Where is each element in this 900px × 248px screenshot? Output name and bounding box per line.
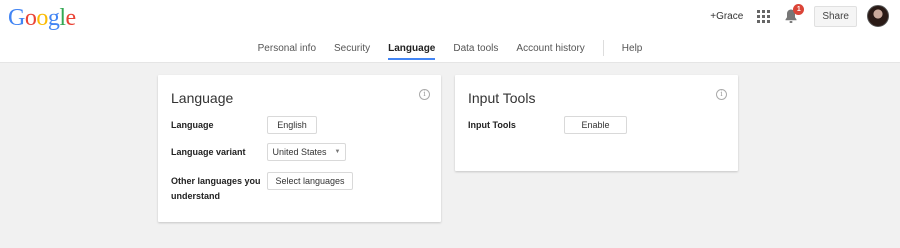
language-label: Language	[171, 120, 214, 130]
input-tools-card: Input Tools i Input Tools Enable	[455, 75, 738, 171]
card-title: Language	[171, 90, 234, 106]
other-languages-label-line1: Other languages you	[171, 176, 261, 186]
enable-label: Enable	[581, 120, 610, 130]
language-variant-value: United States	[272, 147, 327, 157]
tab-security[interactable]: Security	[334, 43, 370, 60]
tab-personal-info[interactable]: Personal info	[258, 43, 316, 60]
logo-letter: e	[65, 5, 77, 31]
logo-letter: G	[8, 5, 25, 31]
account-nav: Personal info Security Language Data too…	[0, 40, 900, 62]
language-value: English	[277, 120, 307, 130]
tab-help[interactable]: Help	[622, 43, 643, 60]
select-languages-label: Select languages	[275, 176, 345, 186]
language-select-button[interactable]: English	[267, 116, 317, 134]
other-languages-label: Other languages you understand	[171, 174, 261, 204]
nav-divider	[602, 40, 604, 56]
share-button[interactable]: Share	[814, 5, 857, 27]
plus-profile-link[interactable]: +Grace	[710, 11, 743, 22]
language-card: Language i Language English Language var…	[158, 75, 441, 222]
language-variant-label: Language variant	[171, 147, 246, 157]
language-variant-dropdown[interactable]: United States ▼	[267, 143, 346, 161]
top-bar: Google +Grace 1 Share Personal info Secu…	[0, 0, 900, 63]
notification-count-badge: 1	[793, 4, 805, 15]
other-languages-label-line2: understand	[171, 191, 221, 201]
user-avatar[interactable]	[867, 5, 889, 27]
info-icon[interactable]: i	[419, 89, 430, 100]
logo-letter: o	[24, 5, 37, 31]
card-title: Input Tools	[468, 90, 536, 106]
tab-data-tools[interactable]: Data tools	[453, 43, 498, 60]
select-languages-button[interactable]: Select languages	[267, 172, 353, 190]
enable-input-tools-button[interactable]: Enable	[564, 116, 627, 134]
caret-down-icon: ▼	[334, 149, 341, 155]
google-logo[interactable]: Google	[8, 5, 76, 32]
tab-account-history[interactable]: Account history	[516, 43, 584, 60]
header-tools: +Grace 1 Share	[710, 4, 889, 27]
input-tools-label: Input Tools	[468, 120, 516, 130]
info-icon[interactable]: i	[716, 89, 727, 100]
logo-letter: o	[36, 5, 48, 31]
logo-letter: g	[47, 5, 60, 31]
tab-language[interactable]: Language	[388, 43, 436, 60]
notifications-bell-icon[interactable]: 1	[784, 4, 805, 24]
apps-grid-icon[interactable]	[757, 9, 771, 23]
